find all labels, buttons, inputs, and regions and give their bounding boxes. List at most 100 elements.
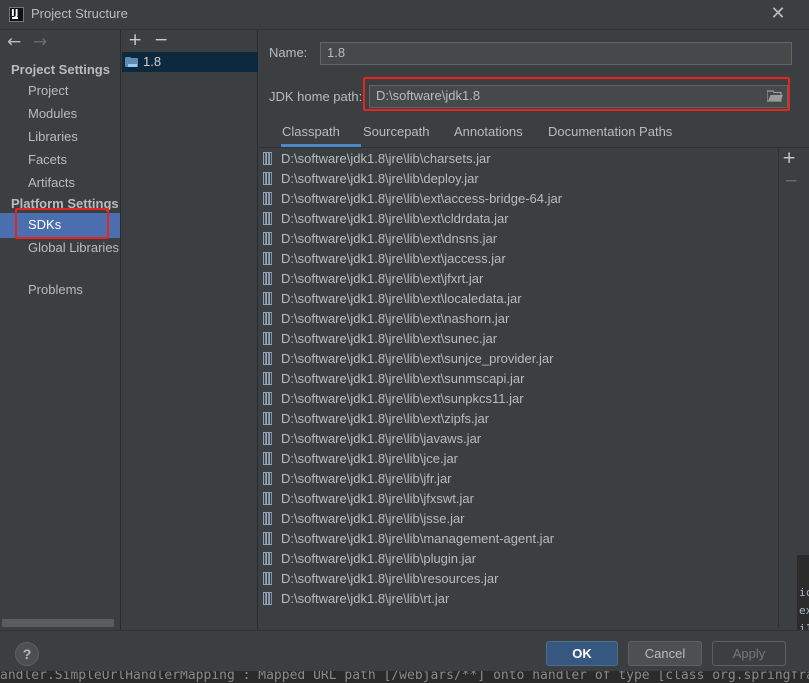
tab-documentation-paths[interactable]: Documentation Paths [548, 124, 672, 139]
jar-file-icon [263, 212, 272, 225]
classpath-entry: D:\software\jdk1.8\jre\lib\jsse.jar [281, 511, 465, 526]
classpath-row[interactable]: D:\software\jdk1.8\jre\lib\jce.jar [259, 449, 779, 469]
classpath-entry: D:\software\jdk1.8\jre\lib\deploy.jar [281, 171, 479, 186]
classpath-entry: D:\software\jdk1.8\jre\lib\ext\sunec.jar [281, 331, 498, 346]
jar-file-icon [263, 252, 272, 265]
sidebar-item-global-libraries[interactable]: Global Libraries [28, 240, 119, 255]
bg-fragment: ic [799, 586, 809, 599]
classpath-row[interactable]: D:\software\jdk1.8\jre\lib\ext\access-br… [259, 189, 779, 209]
sidebar-horizontal-scrollbar[interactable] [2, 619, 114, 627]
jar-file-icon [263, 372, 272, 385]
classpath-entry: D:\software\jdk1.8\jre\lib\ext\sunjce_pr… [281, 351, 554, 366]
classpath-row[interactable]: D:\software\jdk1.8\jre\lib\jsse.jar [259, 509, 779, 529]
intellij-logo-icon: IJ [9, 7, 24, 22]
classpath-entry: D:\software\jdk1.8\jre\lib\jfxswt.jar [281, 491, 474, 506]
classpath-entry: D:\software\jdk1.8\jre\lib\ext\cldrdata.… [281, 211, 509, 226]
jar-file-icon [263, 292, 272, 305]
name-label: Name: [269, 45, 308, 60]
classpath-row[interactable]: D:\software\jdk1.8\jre\lib\ext\localedat… [259, 289, 779, 309]
classpath-row[interactable]: D:\software\jdk1.8\jre\lib\charsets.jar [259, 149, 779, 169]
classpath-row[interactable]: D:\software\jdk1.8\jre\lib\ext\sunmscapi… [259, 369, 779, 389]
jar-file-icon [263, 152, 272, 165]
sidebar-item-artifacts[interactable]: Artifacts [28, 175, 75, 190]
sdk-list-panel: + − 1.8 [122, 30, 258, 630]
classpath-row[interactable]: D:\software\jdk1.8\jre\lib\jfxswt.jar [259, 489, 779, 509]
classpath-row[interactable]: D:\software\jdk1.8\jre\lib\ext\zipfs.jar [259, 409, 779, 429]
jar-file-icon [263, 352, 272, 365]
jar-file-icon [263, 492, 272, 505]
add-path-button[interactable]: + [782, 148, 796, 168]
classpath-row[interactable]: D:\software\jdk1.8\jre\lib\ext\jaccess.j… [259, 249, 779, 269]
help-button[interactable]: ? [15, 642, 39, 666]
tab-annotations[interactable]: Annotations [454, 124, 523, 139]
jar-file-icon [263, 312, 272, 325]
console-log-line: andler.SimpleUrlHandlerMapping : Mapped … [0, 671, 809, 683]
sidebar-item-libraries[interactable]: Libraries [28, 129, 78, 144]
classpath-row[interactable]: D:\software\jdk1.8\jre\lib\plugin.jar [259, 549, 779, 569]
sdk-item-label: 1.8 [143, 54, 162, 69]
add-sdk-button[interactable]: + [128, 30, 142, 50]
classpath-entry: D:\software\jdk1.8\jre\lib\charsets.jar [281, 151, 491, 166]
close-button[interactable]: ✕ [768, 3, 788, 25]
jar-file-icon [263, 512, 272, 525]
project-settings-header: Project Settings [11, 62, 110, 77]
jar-file-icon [263, 552, 272, 565]
tab-classpath[interactable]: Classpath [282, 124, 340, 139]
sdk-detail-panel: Name: 1.8 JDK home path: D:\software\jdk… [259, 30, 809, 630]
remove-sdk-button[interactable]: − [154, 30, 168, 50]
classpath-row[interactable]: D:\software\jdk1.8\jre\lib\ext\cldrdata.… [259, 209, 779, 229]
classpath-row[interactable]: D:\software\jdk1.8\jre\lib\management-ag… [259, 529, 779, 549]
classpath-entry: D:\software\jdk1.8\jre\lib\resources.jar [281, 571, 499, 586]
classpath-row[interactable]: D:\software\jdk1.8\jre\lib\ext\nashorn.j… [259, 309, 779, 329]
forward-arrow-icon[interactable]: → [33, 32, 47, 52]
jar-file-icon [263, 472, 272, 485]
project-structure-dialog: IJ Project Structure ✕ ← → Project Setti… [0, 0, 809, 683]
jar-file-icon [263, 332, 272, 345]
jdk-folder-icon [125, 57, 138, 67]
classpath-list: D:\software\jdk1.8\jre\lib\charsets.jar D… [259, 148, 779, 628]
jar-file-icon [263, 192, 272, 205]
sidebar-item-facets[interactable]: Facets [28, 152, 67, 167]
classpath-entry: D:\software\jdk1.8\jre\lib\ext\jaccess.j… [281, 251, 506, 266]
sdk-list-item[interactable]: 1.8 [122, 52, 258, 72]
back-arrow-icon[interactable]: ← [7, 32, 21, 52]
classpath-row[interactable]: D:\software\jdk1.8\jre\lib\deploy.jar [259, 169, 779, 189]
classpath-row[interactable]: D:\software\jdk1.8\jre\lib\ext\dnsns.jar [259, 229, 779, 249]
classpath-row[interactable]: D:\software\jdk1.8\jre\lib\rt.jar [259, 589, 779, 609]
classpath-row[interactable]: D:\software\jdk1.8\jre\lib\ext\sunjce_pr… [259, 349, 779, 369]
classpath-entry: D:\software\jdk1.8\jre\lib\ext\access-br… [281, 191, 563, 206]
jar-file-icon [263, 592, 272, 605]
classpath-entry: D:\software\jdk1.8\jre\lib\ext\jfxrt.jar [281, 271, 484, 286]
sidebar-item-project[interactable]: Project [28, 83, 68, 98]
classpath-row[interactable]: D:\software\jdk1.8\jre\lib\ext\jfxrt.jar [259, 269, 779, 289]
jdk-path-highlight-box [363, 77, 790, 111]
bg-fragment: ex [799, 604, 809, 617]
classpath-entry: D:\software\jdk1.8\jre\lib\ext\dnsns.jar [281, 231, 498, 246]
classpath-entry: D:\software\jdk1.8\jre\lib\rt.jar [281, 591, 450, 606]
remove-path-button[interactable]: − [784, 171, 798, 191]
classpath-row[interactable]: D:\software\jdk1.8\jre\lib\jfr.jar [259, 469, 779, 489]
jar-file-icon [263, 232, 272, 245]
tab-sourcepath[interactable]: Sourcepath [363, 124, 430, 139]
sidebar-item-modules[interactable]: Modules [28, 106, 77, 121]
settings-sidebar: ← → Project Settings Project Modules Lib… [0, 30, 121, 630]
sidebar-item-problems[interactable]: Problems [28, 282, 83, 297]
jar-file-icon [263, 172, 272, 185]
jar-file-icon [263, 432, 272, 445]
classpath-row[interactable]: D:\software\jdk1.8\jre\lib\ext\sunec.jar [259, 329, 779, 349]
classpath-row[interactable]: D:\software\jdk1.8\jre\lib\javaws.jar [259, 429, 779, 449]
name-field[interactable]: 1.8 [320, 42, 792, 65]
cancel-button[interactable]: Cancel [628, 641, 702, 666]
classpath-row[interactable]: D:\software\jdk1.8\jre\lib\ext\sunpkcs11… [259, 389, 779, 409]
window-title: Project Structure [31, 6, 128, 21]
classpath-entry: D:\software\jdk1.8\jre\lib\ext\sunpkcs11… [281, 391, 524, 406]
jdk-home-path-label: JDK home path: [269, 89, 363, 104]
classpath-row[interactable]: D:\software\jdk1.8\jre\lib\resources.jar [259, 569, 779, 589]
classpath-entry: D:\software\jdk1.8\jre\lib\management-ag… [281, 531, 555, 546]
ok-button[interactable]: OK [546, 641, 618, 666]
classpath-entry: D:\software\jdk1.8\jre\lib\ext\nashorn.j… [281, 311, 510, 326]
classpath-entry: D:\software\jdk1.8\jre\lib\ext\localedat… [281, 291, 522, 306]
apply-button[interactable]: Apply [712, 641, 786, 666]
bg-fragment: i1 [799, 622, 809, 630]
jar-file-icon [263, 412, 272, 425]
